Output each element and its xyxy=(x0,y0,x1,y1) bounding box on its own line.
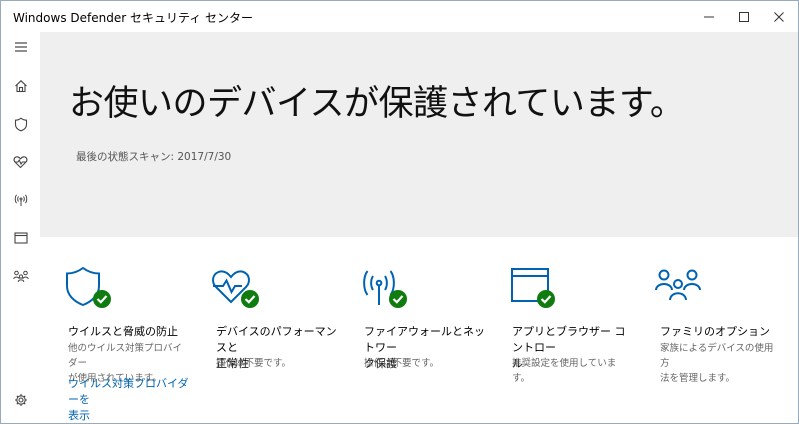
nav-device-health[interactable] xyxy=(1,147,40,177)
heart-check-icon xyxy=(212,270,259,308)
nav-firewall[interactable] xyxy=(1,185,40,215)
minimize-icon xyxy=(704,16,714,17)
card-description: 家族によるデバイスの使用方 法を管理します。 xyxy=(660,343,774,384)
browser-check-icon xyxy=(511,268,555,308)
card-title: ファミリのオプション xyxy=(660,325,770,338)
card-description: 操作は不要です。 xyxy=(364,358,440,369)
card-device-health[interactable]: デバイスのパフォーマンスと 正常性 操作は不要です。 xyxy=(188,237,337,423)
nav-family[interactable] xyxy=(1,261,40,291)
card-description: 推奨設定を使用しています。 xyxy=(512,358,617,384)
hamburger-menu-icon xyxy=(14,42,27,52)
wireless-check-icon xyxy=(363,270,407,308)
family-icon xyxy=(12,270,29,283)
protection-areas: ウイルスと脅威の防止 他のウイルス対策プロバイダー が使用されています。 ウイル… xyxy=(40,237,798,423)
minimize-button[interactable] xyxy=(692,1,726,32)
menu-button[interactable] xyxy=(1,32,40,62)
view-antivirus-providers-link[interactable]: ウイルス対策プロバイダーを 表示 xyxy=(68,376,193,423)
sidebar xyxy=(1,32,40,423)
nav-app-browser[interactable] xyxy=(1,223,40,253)
nav-settings[interactable] xyxy=(1,385,40,415)
family-icon xyxy=(655,269,701,301)
shield-check-icon xyxy=(66,266,111,308)
window-title: Windows Defender セキュリティ センター xyxy=(13,11,254,25)
close-icon xyxy=(774,11,784,22)
maximize-button[interactable] xyxy=(727,1,761,32)
status-banner: お使いのデバイスが保護されています。 最後の状態スキャン: 2017/7/30 xyxy=(40,32,798,237)
card-firewall-network[interactable]: ファイアウォールとネットワー ク保護 操作は不要です。 xyxy=(336,237,485,423)
nav-virus-protection[interactable] xyxy=(1,109,40,139)
wireless-icon xyxy=(14,194,27,206)
maximize-icon xyxy=(739,11,749,22)
card-virus-threat[interactable]: ウイルスと脅威の防止 他のウイルス対策プロバイダー が使用されています。 ウイル… xyxy=(40,237,189,423)
title-bar: Windows Defender セキュリティ センター xyxy=(1,1,798,32)
browser-window-icon xyxy=(13,232,28,244)
defender-window: Windows Defender セキュリティ センター お使いのデバイスが保護… xyxy=(0,0,799,424)
protection-status-headline: お使いのデバイスが保護されています。 xyxy=(69,84,685,124)
settings-gear-icon xyxy=(14,394,27,406)
shield-icon xyxy=(14,116,27,131)
last-scan-info: 最後の状態スキャン: 2017/7/30 xyxy=(76,151,232,163)
card-family-options[interactable]: ファミリのオプション 家族によるデバイスの使用方 法を管理します。 xyxy=(632,237,773,423)
nav-home[interactable] xyxy=(1,71,40,101)
card-description: 操作は不要です。 xyxy=(216,358,292,369)
home-icon xyxy=(14,80,27,93)
close-button[interactable] xyxy=(762,1,796,32)
card-app-browser-control[interactable]: アプリとブラウザー コントロー ル 推奨設定を使用しています。 xyxy=(484,237,626,423)
heart-pulse-icon xyxy=(13,156,28,169)
card-title: ウイルスと脅威の防止 xyxy=(68,325,178,338)
